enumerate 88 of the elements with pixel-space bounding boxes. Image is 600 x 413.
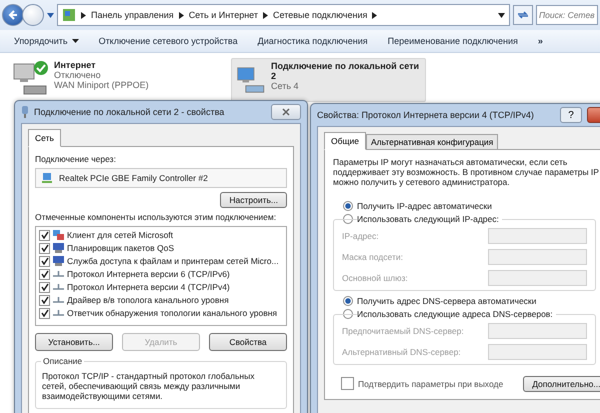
adapter-name: Realtek PCIe GBE Family Controller #2: [59, 173, 208, 183]
list-label: Отмеченные компоненты используются этим подключением:: [35, 212, 278, 222]
close-button[interactable]: [271, 104, 301, 120]
breadcrumb[interactable]: Сетевые подключения: [273, 10, 368, 20]
radio-label[interactable]: Использовать следующий IP-адрес:: [357, 214, 502, 224]
ip-address-field[interactable]: [488, 344, 587, 360]
tab[interactable]: Сеть: [28, 129, 61, 147]
toolbar-button[interactable]: Отключение сетевого устройства: [88, 34, 248, 48]
service-icon: [53, 256, 64, 266]
ip-address-field[interactable]: [488, 248, 587, 265]
window-title: Свойства: Протокол Интернета версии 4 (TCP/IPv4): [317, 110, 534, 120]
network-adapter-icon: [21, 106, 29, 118]
radio-button[interactable]: [343, 296, 353, 306]
chevron-icon: [372, 12, 378, 18]
configure-button[interactable]: Настроить...: [220, 192, 287, 208]
toolbar-button[interactable]: Диагностика подключения: [248, 34, 378, 48]
forward-button[interactable]: [22, 4, 44, 26]
service-icon: [53, 243, 64, 253]
dialog-button[interactable]: Установить...: [35, 333, 113, 351]
protocol-icon: [53, 308, 64, 318]
tab[interactable]: Общие: [324, 132, 366, 150]
ip-address-field[interactable]: [488, 228, 587, 244]
connection-status: Отключено: [54, 70, 102, 80]
field-label: Маска подсети:: [342, 252, 403, 262]
checkbox[interactable]: [39, 294, 50, 306]
caret-icon: [72, 39, 79, 43]
connection-item[interactable]: Интернет Отключено WAN Miniport (PPPOE): [8, 58, 201, 102]
checkbox[interactable]: [341, 377, 354, 390]
refresh-icon: [517, 10, 529, 20]
checkbox[interactable]: [39, 230, 50, 240]
component-label[interactable]: Служба доступа к файлам и принтерам сетей Micro...: [67, 256, 279, 266]
chevron-icon: [178, 12, 184, 18]
field-label: Основной шлюз:: [342, 272, 408, 283]
field-label: Предпочитаемый DNS-сервер:: [342, 326, 464, 336]
window-title: Подключение по локальной сети 2 - свойства: [34, 107, 224, 117]
intro-text: Параметры IP могут назначаться автоматически, если сеть поддерживает эту возможность. В противном случае параметры IP можно получить у сетевого администратора.: [333, 157, 600, 188]
protocol-icon: [53, 282, 64, 292]
connection-item[interactable]: Подключение по локальной сети 2 Сеть 4: [231, 58, 426, 102]
back-arrow-icon: [7, 9, 19, 21]
connection-status: Сеть 4: [271, 81, 300, 91]
checkbox[interactable]: [39, 268, 50, 280]
control-panel-icon: [62, 8, 76, 22]
description-text: Протокол TCP/IP - стандартный протокол глобальных сетей, обеспечивающий связь между различными взаимодействующими сетями.: [42, 371, 256, 402]
component-label[interactable]: Протокол Интернета версии 6 (TCP/IPv6): [67, 269, 230, 279]
protocol-icon: [53, 295, 64, 305]
refresh-button[interactable]: [513, 5, 533, 25]
ip-address-field[interactable]: [488, 270, 587, 286]
address-bar[interactable]: Панель управления Сеть и Интернет Сетевые подключения: [57, 4, 510, 26]
toolbar-button[interactable]: »: [528, 34, 553, 48]
field-label: Альтернативный DNS-сервер:: [342, 346, 461, 357]
connection-name: Интернет: [54, 60, 97, 70]
chevron-icon: [263, 12, 268, 18]
caret-icon[interactable]: [498, 12, 505, 18]
radio-label[interactable]: Использовать следующие адреса DNS-серверов:: [357, 308, 556, 319]
connection-name: Подключение по локальной сети 2: [271, 61, 420, 81]
breadcrumb[interactable]: Сеть и Интернет: [188, 10, 258, 20]
ip-address-field[interactable]: [488, 322, 587, 339]
checkbox[interactable]: [39, 242, 50, 254]
network-adapter-icon: [41, 172, 53, 184]
back-button[interactable]: [2, 4, 24, 26]
group-title: Описание: [41, 356, 84, 366]
radio-button[interactable]: [343, 308, 353, 319]
breadcrumb[interactable]: Панель управления: [91, 10, 174, 20]
dialog-button[interactable]: Свойства: [209, 333, 287, 351]
checkbox[interactable]: [39, 282, 50, 292]
field-label: IP-адрес:: [342, 230, 379, 241]
component-label[interactable]: Клиент для сетей Microsoft: [67, 230, 174, 240]
chevron-icon: [81, 12, 86, 18]
client-icon: [53, 230, 64, 240]
component-label[interactable]: Планировщик пакетов QoS: [67, 243, 174, 253]
component-label[interactable]: Ответчик обнаружения топологии канального уровня: [67, 308, 278, 318]
toolbar-button[interactable]: Переименование подключения: [378, 34, 528, 48]
protocol-icon: [53, 269, 64, 279]
device-name: WAN Miniport (PPPOE): [54, 80, 149, 90]
help-button[interactable]: ?: [560, 107, 582, 123]
field-label: Подключение через:: [35, 154, 117, 164]
checkbox[interactable]: [39, 308, 50, 318]
radio-button[interactable]: [343, 200, 353, 211]
component-label[interactable]: Протокол Интернета версии 4 (TCP/IPv4): [67, 282, 230, 292]
radio-button[interactable]: [343, 214, 353, 224]
advanced-button[interactable]: Дополнительно...: [523, 376, 600, 392]
tab[interactable]: Альтернативная конфигурация: [366, 134, 498, 150]
search-field[interactable]: Поиск: Сетев: [536, 5, 598, 25]
checkbox-label[interactable]: Подтвердить параметры при выходе: [358, 378, 504, 389]
checkbox[interactable]: [39, 256, 50, 266]
toolbar-button[interactable]: Упорядочить: [4, 34, 89, 48]
close-icon: [282, 108, 290, 116]
component-label[interactable]: Драйвер в/в тополога канального уровня: [67, 295, 229, 305]
